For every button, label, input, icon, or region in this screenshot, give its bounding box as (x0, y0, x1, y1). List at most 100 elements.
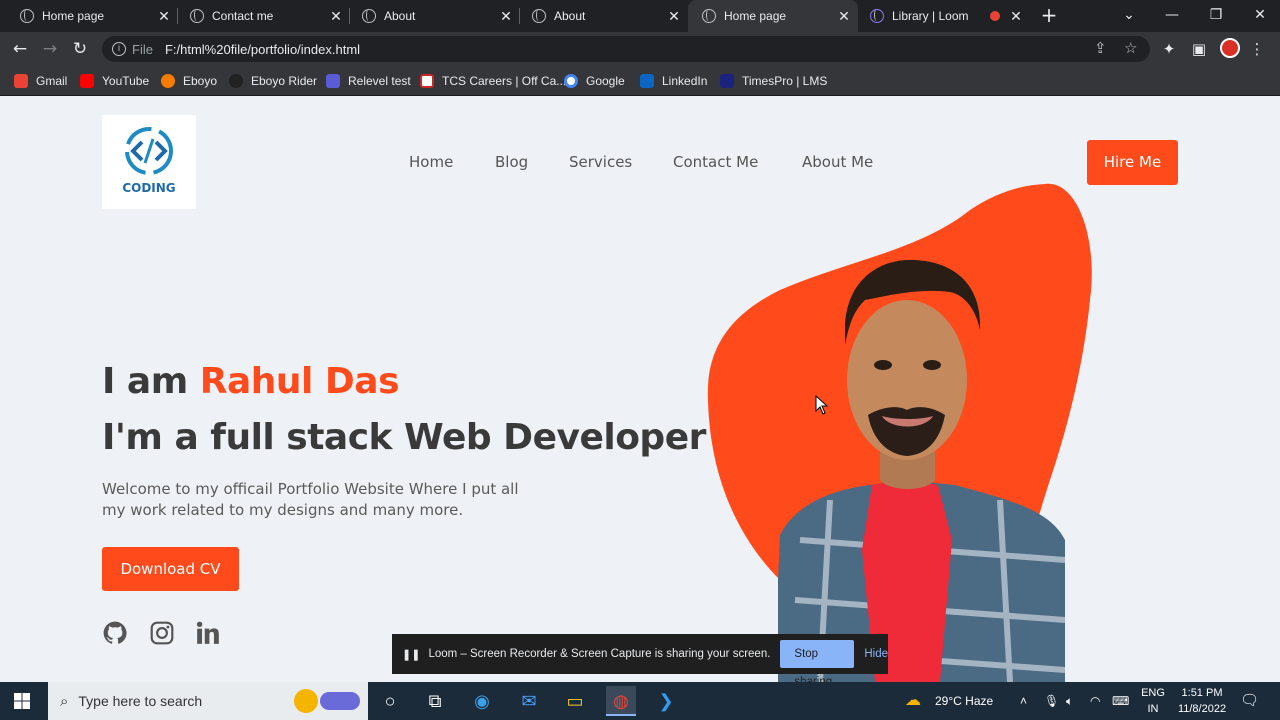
tab-label: About (384, 9, 416, 23)
hero-name: Rahul Das (199, 361, 400, 402)
bookmark-youtube[interactable]: YouTube (80, 72, 149, 90)
file-explorer-icon[interactable]: ▭ (560, 686, 590, 716)
mouse-cursor-icon (815, 395, 829, 415)
minimize-button[interactable]: — (1150, 0, 1194, 32)
close-icon[interactable]: ✕ (836, 8, 852, 25)
bookmark-linkedin[interactable]: LinkedIn (640, 72, 707, 90)
chevron-up-icon[interactable]: ˄ (1020, 682, 1027, 720)
tab-label: Contact me (212, 9, 274, 23)
eboyo-rider-icon (229, 74, 243, 88)
close-icon[interactable]: ✕ (328, 8, 344, 25)
loom-icon (870, 9, 884, 23)
side-panel-icon[interactable]: ▣ (1188, 38, 1210, 60)
instagram-icon[interactable] (149, 620, 175, 646)
wifi-icon[interactable]: ◠ (1090, 682, 1100, 720)
task-view-icon[interactable]: ⧉ (420, 686, 450, 716)
share-icon[interactable]: ⇪ (1094, 36, 1107, 62)
clock-date: 11/8/2022 (1177, 703, 1227, 715)
restore-button[interactable]: ❐ (1194, 0, 1238, 32)
hire-me-button[interactable]: Hire Me (1087, 140, 1178, 185)
linkedin-icon (640, 74, 654, 88)
menu-icon[interactable]: ⋮ (1246, 38, 1268, 60)
github-icon[interactable] (102, 620, 128, 646)
google-icon (564, 74, 578, 88)
hero-description: Welcome to my officail Portfolio Website… (102, 480, 519, 519)
download-cv-button[interactable]: Download CV (102, 547, 239, 591)
forward-arrow-icon[interactable]: → (38, 37, 62, 61)
url-text[interactable]: F:/html%20file/portfolio/index.html (165, 42, 360, 57)
language-indicator[interactable]: ENG IN (1140, 685, 1166, 717)
intro-text: I am (102, 361, 200, 402)
globe-icon (190, 9, 204, 23)
tab-about-2[interactable]: About ✕ (520, 0, 688, 32)
hero-intro: I am Rahul Das (102, 361, 400, 402)
nav-about-me[interactable]: About Me (802, 153, 873, 171)
bookmark-eboyo[interactable]: Eboyo (161, 72, 217, 90)
relevel-icon (326, 74, 340, 88)
close-icon[interactable]: ✕ (666, 8, 682, 25)
hide-button[interactable]: Hide (864, 648, 888, 660)
tab-library-loom[interactable]: Library | Loom ✕ (858, 0, 1030, 32)
tab-home-page-active[interactable]: Home page ✕ (688, 0, 858, 32)
bookmark-relevel[interactable]: Relevel test (326, 72, 411, 90)
notifications-icon[interactable]: 🗨︎ (1240, 682, 1259, 720)
nav-blog[interactable]: Blog (495, 153, 528, 171)
info-icon[interactable]: i (112, 42, 126, 56)
logo-text: CODING (122, 181, 176, 195)
hero-headline: I'm a full stack Web Developer (102, 417, 706, 458)
globe-icon (532, 9, 546, 23)
site-logo[interactable]: CODING (102, 115, 196, 209)
nav-contact-me[interactable]: Contact Me (673, 153, 758, 171)
tab-home-page-1[interactable]: Home page ✕ (0, 0, 178, 32)
chrome-icon[interactable]: ◍ (606, 686, 636, 716)
vscode-icon[interactable]: ❯ (651, 686, 681, 716)
url-scheme: File (132, 41, 153, 57)
keyboard-icon[interactable]: ⌨ (1112, 682, 1129, 720)
mail-icon[interactable]: ✉ (514, 686, 544, 716)
stop-sharing-button[interactable]: Stop sharing (780, 640, 855, 688)
close-window-button[interactable]: ✕ (1238, 0, 1280, 32)
bookmark-eboyo-rider[interactable]: Eboyo Rider (229, 72, 317, 90)
tab-about-1[interactable]: About ✕ (350, 0, 520, 32)
bookmark-tcs[interactable]: TCS Careers | Off Ca... (420, 72, 566, 90)
loom-message: Loom – Screen Recorder & Screen Capture … (428, 648, 771, 660)
extensions-icon[interactable]: ✦ (1158, 38, 1180, 60)
clock[interactable]: 1:51 PM 11/8/2022 (1172, 685, 1232, 717)
close-icon[interactable]: ✕ (1008, 8, 1024, 25)
tab-search-icon[interactable]: ⌄ (1107, 0, 1151, 32)
address-bar[interactable]: i File F:/html%20file/portfolio/index.ht… (102, 36, 1150, 62)
tcs-icon (420, 74, 434, 88)
reload-icon[interactable]: ↻ (68, 37, 92, 61)
bookmark-google[interactable]: Google (564, 72, 625, 90)
globe-icon (362, 9, 376, 23)
windows-start-icon[interactable] (14, 693, 30, 709)
bookmark-timespro[interactable]: TimesPro | LMS (720, 72, 827, 90)
cortana-icon[interactable]: ○ (375, 686, 405, 716)
new-tab-button[interactable]: + (1038, 4, 1060, 26)
back-arrow-icon[interactable]: ← (8, 37, 32, 61)
bookmark-star-icon[interactable]: ☆ (1124, 36, 1137, 62)
weather-text[interactable]: 29°C Haze (935, 682, 993, 720)
close-icon[interactable]: ✕ (498, 8, 514, 25)
bookmarks-bar: Gmail YouTube Eboyo Eboyo Rider Relevel … (0, 66, 1280, 96)
close-icon[interactable]: ✕ (156, 8, 172, 25)
search-highlight-icon (294, 686, 364, 716)
code-logo-icon (125, 127, 173, 175)
edge-icon[interactable]: ◉ (467, 686, 497, 716)
profile-avatar[interactable] (1220, 38, 1240, 58)
tab-label: Library | Loom (892, 9, 969, 23)
microphone-icon[interactable]: 🎙︎ (1044, 682, 1059, 720)
portfolio-page: CODING Home Blog Services Contact Me Abo… (0, 96, 1280, 682)
profile-photo (707, 183, 1092, 682)
tab-contact-me[interactable]: Contact me ✕ (178, 0, 350, 32)
bookmark-gmail[interactable]: Gmail (14, 72, 67, 90)
volume-icon[interactable]: 🔈︎ (1066, 682, 1073, 720)
linkedin-icon[interactable] (195, 620, 221, 646)
timespro-icon (720, 74, 734, 88)
nav-services[interactable]: Services (569, 153, 632, 171)
search-placeholder: Type here to search (78, 693, 203, 709)
pause-icon[interactable]: ❚❚ (402, 648, 420, 661)
taskbar-search[interactable]: ⌕ Type here to search (48, 682, 368, 720)
gmail-icon (14, 74, 28, 88)
nav-home[interactable]: Home (409, 153, 453, 171)
